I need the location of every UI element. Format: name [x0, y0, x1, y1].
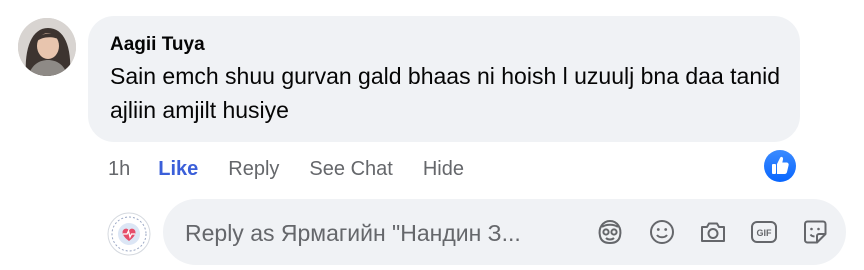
reply-input[interactable]: Reply as Ярмагийн "Нандин З... — [185, 218, 521, 248]
comment-text: Sain emch shuu gurvan gald bhaas ni hois… — [110, 63, 781, 123]
see-chat-button[interactable]: See Chat — [309, 158, 392, 181]
svg-text:GIF: GIF — [757, 228, 773, 238]
camera-icon[interactable] — [697, 216, 729, 248]
reply-button[interactable]: Reply — [228, 158, 279, 181]
reply-composer[interactable]: Reply as Ярмагийн "Нандин З... GIF — [163, 199, 846, 265]
comment-timestamp[interactable]: 1h — [108, 158, 130, 181]
sticker-note-icon[interactable] — [799, 216, 831, 248]
hide-button[interactable]: Hide — [423, 158, 464, 181]
comment-bubble: Aagii Tuya Sain emch shuu gurvan gald bh… — [88, 16, 800, 142]
like-button[interactable]: Like — [158, 158, 198, 181]
comment-thread: Aagii Tuya Sain emch shuu gurvan gald bh… — [0, 0, 864, 270]
sticker-icon[interactable] — [594, 216, 626, 248]
gif-icon[interactable]: GIF — [748, 216, 780, 248]
like-icon[interactable] — [764, 150, 796, 182]
comment-actions: 1h Like Reply See Chat Hide — [108, 154, 494, 184]
page-avatar[interactable] — [107, 212, 151, 256]
comment-author[interactable]: Aagii Tuya — [110, 33, 778, 57]
avatar[interactable] — [18, 18, 76, 76]
emoji-icon[interactable] — [646, 216, 678, 248]
